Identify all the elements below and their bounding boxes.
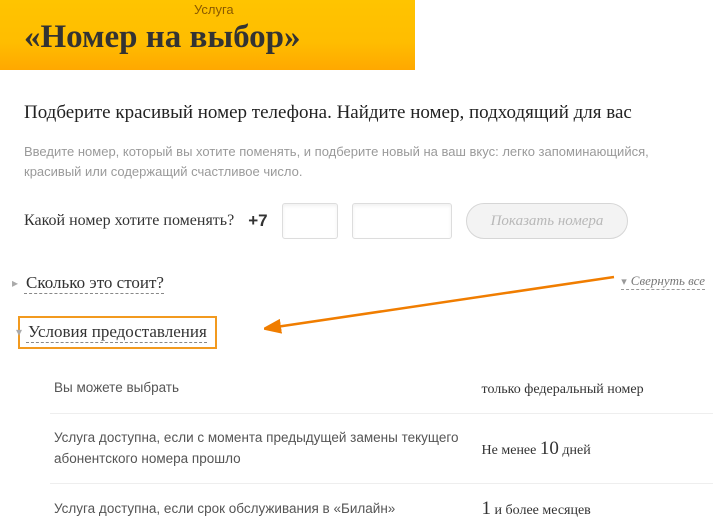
phone-label: Какой номер хотите поменять? xyxy=(24,212,234,230)
table-row: Услуга доступна, если срок обслуживания … xyxy=(50,484,713,519)
phone-number-input[interactable] xyxy=(352,203,452,239)
condition-value: Не менее 10 дней xyxy=(482,438,701,460)
table-row: Вы можете выбрать только федеральный ном… xyxy=(50,363,713,414)
accordion-area: Свернуть все Сколько это стоит? Условия … xyxy=(24,273,713,519)
collapse-all-link[interactable]: Свернуть все xyxy=(621,273,705,290)
service-category: Услуга xyxy=(194,0,391,17)
highlight-box: Условия предоставления xyxy=(18,316,217,349)
hero-banner: Услуга «Номер на выбор» xyxy=(0,0,415,70)
condition-value: 1 и более месяцев xyxy=(482,498,701,519)
page-title: «Номер на выбор» xyxy=(24,17,391,58)
table-row: Услуга доступна, если с момента предыдущ… xyxy=(50,414,713,484)
condition-key: Вы можете выбрать xyxy=(54,378,482,398)
condition-value: только федеральный номер xyxy=(482,377,701,399)
condition-key: Услуга доступна, если с момента предыдущ… xyxy=(54,428,482,469)
accordion-cost[interactable]: Сколько это стоит? xyxy=(24,273,164,294)
lead-text: Подберите красивый номер телефона. Найди… xyxy=(24,102,713,124)
condition-key: Услуга доступна, если срок обслуживания … xyxy=(54,499,482,519)
accordion-terms[interactable]: Условия предоставления xyxy=(26,322,207,343)
show-numbers-button[interactable]: Показать номера xyxy=(466,203,629,239)
phone-code-input[interactable] xyxy=(282,203,338,239)
hint-text: Введите номер, который вы хотите поменят… xyxy=(24,142,664,181)
main-content: Подберите красивый номер телефона. Найди… xyxy=(0,70,713,519)
phone-prefix: +7 xyxy=(248,211,267,231)
phone-form: Какой номер хотите поменять? +7 Показать… xyxy=(24,203,713,239)
conditions-table: Вы можете выбрать только федеральный ном… xyxy=(50,363,713,519)
